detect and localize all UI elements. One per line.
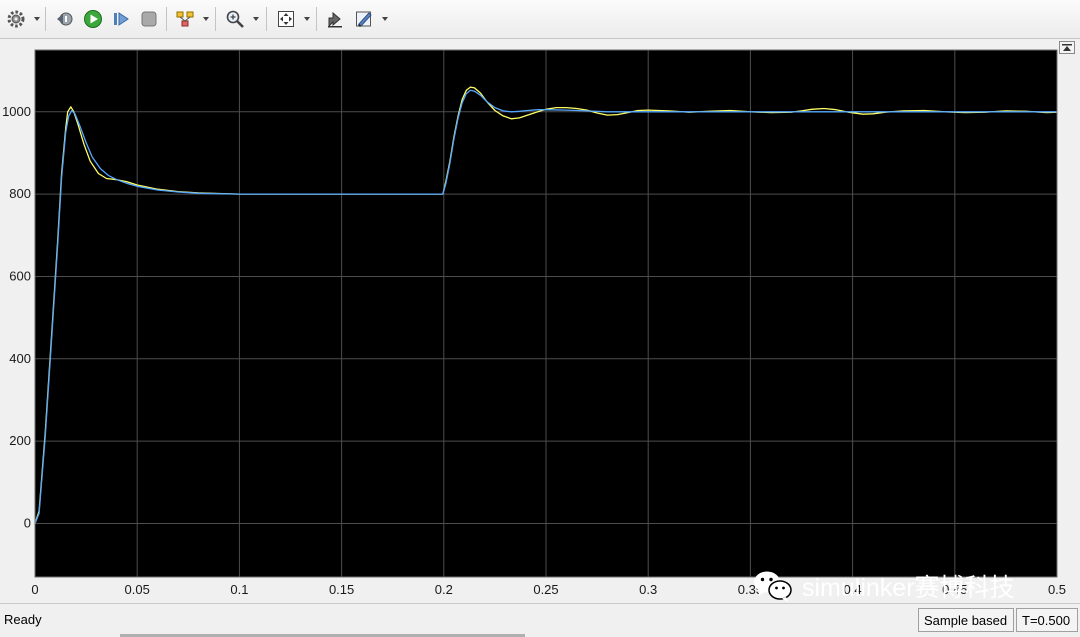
toolbar-separator bbox=[45, 7, 46, 31]
arrow-up-icon bbox=[1062, 43, 1072, 51]
chevron-down-icon[interactable] bbox=[381, 11, 389, 27]
y-tick-label: 0 bbox=[24, 515, 31, 530]
step-forward-icon[interactable] bbox=[110, 8, 132, 30]
watermark-text: simulinker赛博科技 bbox=[802, 574, 1015, 602]
x-tick-label: 0.1 bbox=[230, 582, 248, 597]
autoscale-icon[interactable] bbox=[275, 8, 297, 30]
sim-time-text: T=0.500 bbox=[1022, 612, 1071, 628]
toolbar-separator bbox=[316, 7, 317, 31]
sample-mode-text: Sample based bbox=[924, 612, 1008, 628]
wechat-icon bbox=[754, 571, 792, 602]
sim-time-indicator: T=0.500 bbox=[1016, 608, 1078, 632]
run-icon[interactable] bbox=[82, 8, 104, 30]
x-tick-label: 0 bbox=[31, 582, 38, 597]
signal-select-icon[interactable] bbox=[174, 8, 196, 30]
chevron-down-icon[interactable] bbox=[303, 11, 311, 27]
chevron-down-icon[interactable] bbox=[252, 11, 260, 27]
sample-mode-indicator: Sample based bbox=[918, 608, 1014, 632]
toolbar bbox=[0, 0, 1080, 39]
restore-axes-button[interactable] bbox=[1059, 41, 1075, 54]
status-bar: Ready Sample based T=0.500 bbox=[0, 603, 1080, 637]
y-tick-label: 800 bbox=[9, 186, 31, 201]
status-ready-text: Ready bbox=[4, 612, 42, 627]
scope-display: 0 0.05 0.1 0.15 0.2 0.25 0.3 0.35 0.4 0.45 0.5 0 200… bbox=[0, 39, 1080, 603]
toolbar-separator bbox=[266, 7, 267, 31]
watermark: simulinker赛博科技 bbox=[752, 568, 1015, 604]
scope-chart[interactable]: 0 0.05 0.1 0.15 0.2 0.25 0.3 0.35 0.4 0.45 0.50200… bbox=[0, 39, 1080, 603]
gear-icon[interactable] bbox=[5, 8, 27, 30]
y-tick-label: 1000 bbox=[2, 104, 31, 119]
y-tick-label: 200 bbox=[9, 433, 31, 448]
x-tick-label: 0.3 bbox=[639, 582, 657, 597]
x-tick-label: 0.25 bbox=[533, 582, 558, 597]
y-tick-label: 400 bbox=[9, 351, 31, 366]
zoom-icon[interactable] bbox=[224, 8, 246, 30]
highlight-icon[interactable] bbox=[324, 8, 346, 30]
step-back-icon[interactable] bbox=[54, 8, 76, 30]
x-tick-label: 0.5 bbox=[1048, 582, 1066, 597]
x-tick-label: 0.05 bbox=[125, 582, 150, 597]
y-tick-label: 600 bbox=[9, 268, 31, 283]
toolbar-separator bbox=[215, 7, 216, 31]
chevron-down-icon[interactable] bbox=[33, 11, 41, 27]
toolbar-separator bbox=[166, 7, 167, 31]
style-icon[interactable] bbox=[353, 8, 375, 30]
x-tick-label: 0.15 bbox=[329, 582, 354, 597]
stop-icon[interactable] bbox=[138, 8, 160, 30]
chevron-down-icon[interactable] bbox=[202, 11, 210, 27]
x-tick-label: 0.2 bbox=[435, 582, 453, 597]
